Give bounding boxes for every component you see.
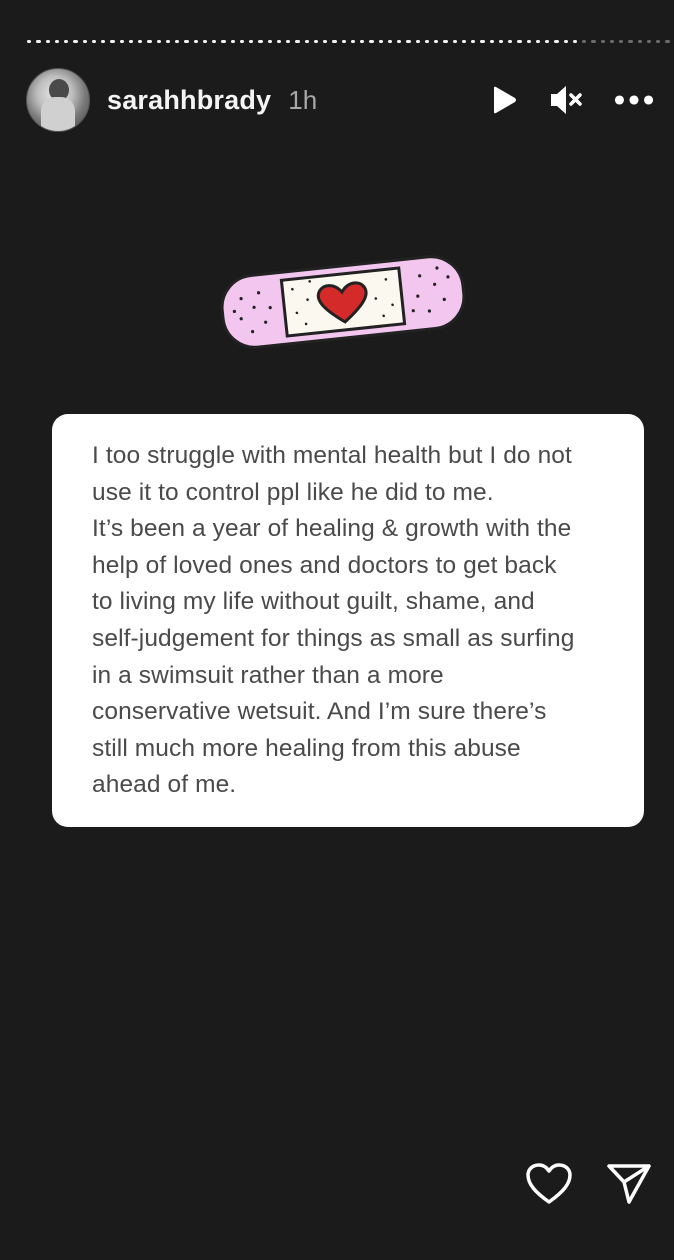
progress-segment <box>591 40 596 43</box>
progress-segment <box>619 40 624 43</box>
progress-segment <box>323 40 328 43</box>
progress-segment <box>101 40 106 43</box>
progress-segment <box>64 40 69 43</box>
progress-segment <box>82 40 87 43</box>
progress-segment <box>665 40 670 43</box>
more-options-icon <box>614 95 654 105</box>
more-options-button[interactable] <box>614 82 654 118</box>
progress-segment <box>202 40 207 43</box>
progress-segment <box>110 40 115 43</box>
progress-segment <box>600 40 605 43</box>
progress-segment <box>489 40 494 43</box>
post-time: 1h <box>288 84 318 115</box>
card-text: I too struggle with mental health but I … <box>92 442 575 799</box>
progress-segment <box>563 40 568 43</box>
progress-segment <box>397 40 402 43</box>
progress-segment <box>165 40 170 43</box>
progress-segment <box>517 40 522 43</box>
progress-segment <box>452 40 457 43</box>
progress-segment <box>434 40 439 43</box>
progress-segment <box>526 40 531 43</box>
progress-segment <box>498 40 503 43</box>
heart-outline-icon <box>526 1163 572 1204</box>
progress-segment <box>175 40 180 43</box>
progress-segment <box>378 40 383 43</box>
progress-segment <box>230 40 235 43</box>
progress-segment <box>350 40 355 43</box>
username[interactable]: sarahhbrady <box>107 85 271 116</box>
progress-segment <box>193 40 198 43</box>
progress-segment <box>424 40 429 43</box>
progress-segment <box>646 40 651 43</box>
progress-segment <box>545 40 550 43</box>
progress-segment <box>609 40 614 43</box>
play-button[interactable] <box>484 82 524 118</box>
header-actions <box>484 82 654 118</box>
progress-segment <box>239 40 244 43</box>
progress-segment <box>508 40 513 43</box>
progress-segment <box>91 40 96 43</box>
progress-segment <box>221 40 226 43</box>
story-progress-bar <box>27 40 670 43</box>
progress-segment <box>27 40 32 43</box>
avatar[interactable] <box>26 68 90 132</box>
progress-segment <box>119 40 124 43</box>
progress-segment <box>415 40 420 43</box>
story-header: sarahhbrady 1h <box>26 68 654 132</box>
progress-segment <box>45 40 50 43</box>
progress-segment <box>471 40 476 43</box>
progress-segment <box>480 40 485 43</box>
progress-segment <box>628 40 633 43</box>
avatar-torso <box>41 97 75 131</box>
progress-segment <box>73 40 78 43</box>
progress-segment <box>406 40 411 43</box>
send-icon <box>607 1164 651 1204</box>
progress-segment <box>258 40 263 43</box>
progress-segment <box>572 40 577 43</box>
progress-segment <box>249 40 254 43</box>
play-icon <box>494 86 516 114</box>
mute-button[interactable] <box>546 82 586 118</box>
progress-segment <box>341 40 346 43</box>
progress-segment <box>360 40 365 43</box>
muted-speaker-icon <box>551 86 582 114</box>
heart-bandage-sticker <box>220 255 466 349</box>
progress-segment <box>304 40 309 43</box>
progress-segment <box>332 40 337 43</box>
progress-segment <box>295 40 300 43</box>
progress-segment <box>535 40 540 43</box>
progress-segment <box>36 40 41 43</box>
progress-segment <box>147 40 152 43</box>
like-button[interactable] <box>524 1160 574 1208</box>
progress-segment <box>156 40 161 43</box>
progress-segment <box>267 40 272 43</box>
progress-segment <box>54 40 59 43</box>
progress-segment <box>461 40 466 43</box>
progress-segment <box>313 40 318 43</box>
progress-segment <box>184 40 189 43</box>
progress-segment <box>276 40 281 43</box>
progress-segment <box>212 40 217 43</box>
progress-segment <box>656 40 661 43</box>
progress-segment <box>443 40 448 43</box>
progress-segment <box>138 40 143 43</box>
progress-segment <box>582 40 587 43</box>
text-card: I too struggle with mental health but I … <box>52 414 644 827</box>
progress-segment <box>554 40 559 43</box>
progress-segment <box>369 40 374 43</box>
progress-segment <box>286 40 291 43</box>
progress-segment <box>128 40 133 43</box>
progress-segment <box>637 40 642 43</box>
progress-segment <box>387 40 392 43</box>
share-button[interactable] <box>604 1160 654 1208</box>
